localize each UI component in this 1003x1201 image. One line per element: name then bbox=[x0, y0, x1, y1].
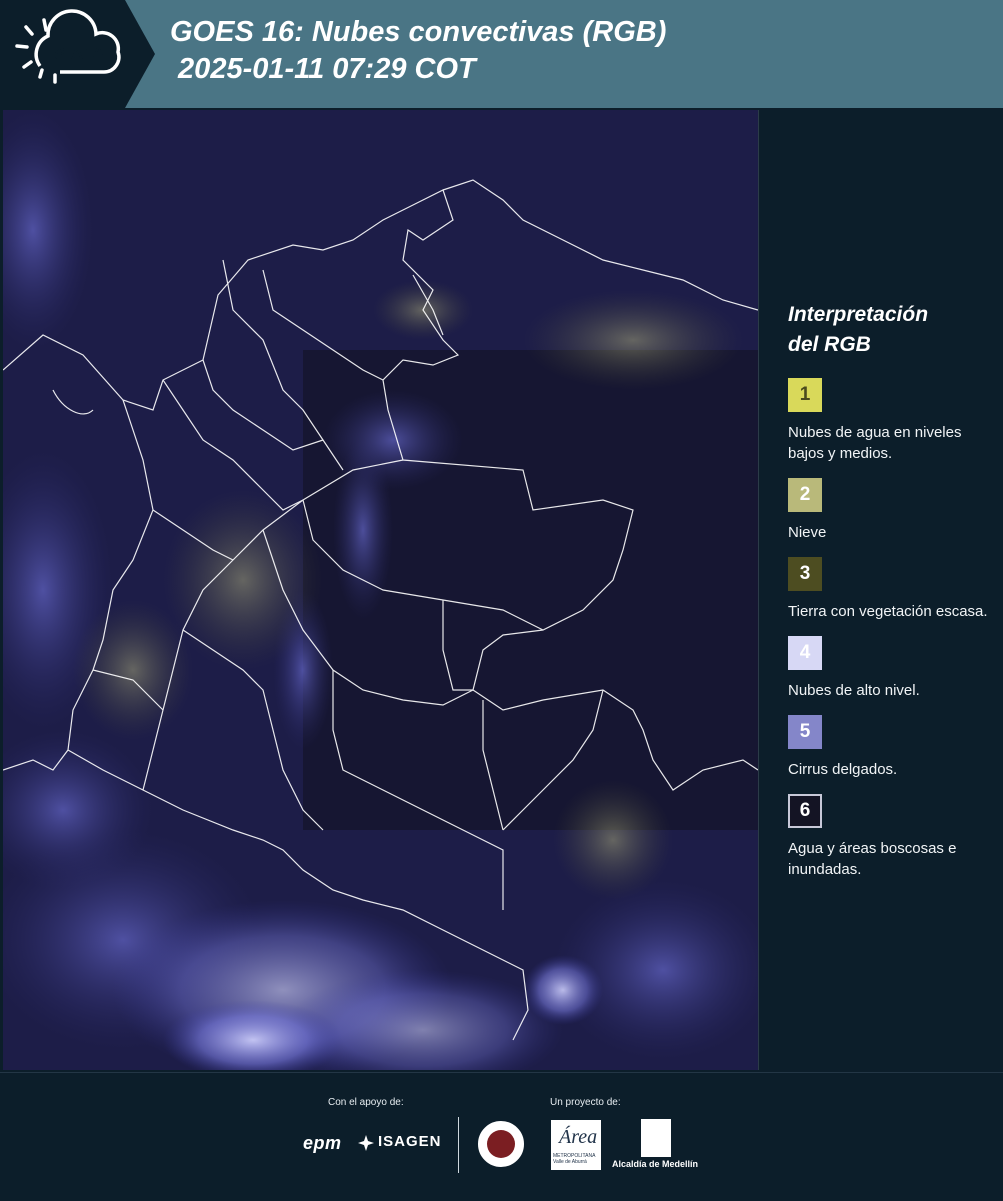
isagen-icon bbox=[358, 1135, 374, 1151]
medellin-seal-icon bbox=[478, 1121, 524, 1167]
legend-label: Nubes de alto nivel. bbox=[788, 682, 920, 699]
legend-items: 1 Nubes de agua en niveles bajos y medios… bbox=[788, 378, 993, 880]
legend-swatch: 1 bbox=[788, 378, 822, 412]
siata-logo-text: SIATA bbox=[54, 44, 105, 63]
rgb-legend: Interpretación del RGB 1 Nubes de agua en… bbox=[788, 300, 993, 894]
legend-item: 3 Tierra con vegetación escasa. bbox=[788, 557, 993, 622]
legend-swatch: 4 bbox=[788, 636, 822, 670]
legend-label: Tierra con vegetación escasa. bbox=[788, 603, 988, 620]
legend-label: Agua y áreas boscosas e inundadas. bbox=[788, 840, 957, 878]
satellite-map[interactable] bbox=[3, 110, 759, 1070]
footer-divider bbox=[458, 1117, 459, 1173]
legend-title: Interpretación del RGB bbox=[788, 300, 993, 360]
legend-item: 1 Nubes de agua en niveles bajos y medios… bbox=[788, 378, 993, 464]
area-logo-sub2: Valle de Aburrá bbox=[553, 1159, 587, 1165]
siata-logo: SIATA bbox=[0, 0, 155, 108]
legend-swatch: 3 bbox=[788, 557, 822, 591]
support-caption: Con el apoyo de: bbox=[328, 1097, 404, 1108]
legend-item: 4 Nubes de alto nivel. bbox=[788, 636, 993, 701]
legend-label: Nieve bbox=[788, 524, 827, 541]
legend-label: Nubes de agua en niveles bajos y medios. bbox=[788, 424, 962, 462]
footer: Con el apoyo de: Un proyecto de: epm ISA… bbox=[0, 1072, 1003, 1201]
legend-item: 5 Cirrus delgados. bbox=[788, 715, 993, 780]
legend-item: 2 Nieve bbox=[788, 478, 993, 543]
area-metropolitana-logo: Área METROPOLITANA Valle de Aburrá bbox=[551, 1120, 601, 1170]
alcaldia-logo-text: Alcaldía de Medellín bbox=[612, 1159, 699, 1169]
legend-item: 6 Agua y áreas boscosas e inundadas. bbox=[788, 794, 993, 880]
legend-label: Cirrus delgados. bbox=[788, 761, 898, 778]
epm-logo: epm bbox=[303, 1133, 342, 1153]
project-caption: Un proyecto de: bbox=[550, 1097, 621, 1108]
title-line-1: GOES 16: Nubes convectivas (RGB) bbox=[170, 16, 667, 48]
legend-title-line-1: Interpretación bbox=[788, 303, 929, 326]
title-line-2: 2025-01-11 07:29 COT bbox=[170, 53, 476, 85]
isagen-logo: ISAGEN bbox=[378, 1133, 442, 1150]
alcaldia-shield-icon bbox=[641, 1119, 671, 1157]
legend-swatch: 5 bbox=[788, 715, 822, 749]
page-title: GOES 16: Nubes convectivas (RGB) 2025-01… bbox=[170, 14, 666, 88]
legend-swatch: 2 bbox=[788, 478, 822, 512]
satellite-map-image bbox=[3, 110, 758, 1070]
legend-swatch: 6 bbox=[788, 794, 822, 828]
header-bar: SIATA GOES 16: Nubes convectivas (RGB) 2… bbox=[0, 0, 1003, 108]
area-logo-script: Área bbox=[559, 1126, 598, 1148]
legend-title-line-2: del RGB bbox=[788, 333, 871, 356]
